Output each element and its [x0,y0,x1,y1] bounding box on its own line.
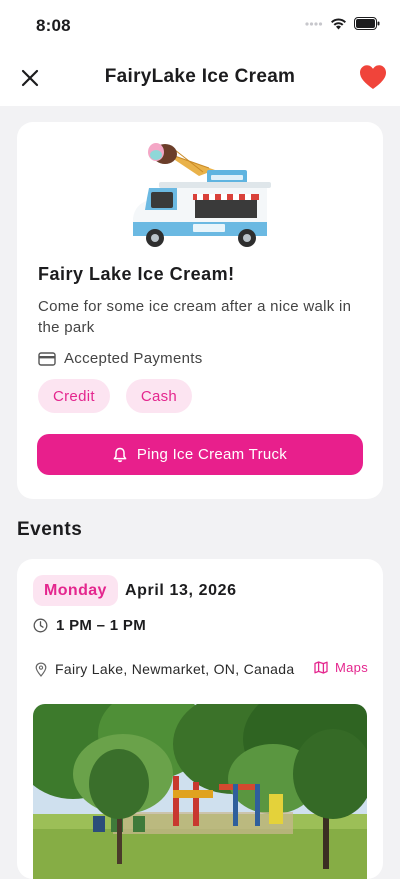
credit-card-icon [38,351,56,366]
event-location: Fairy Lake, Newmarket, ON, Canada [55,661,295,677]
page-title: FairyLake Ice Cream [104,66,296,87]
payment-chip-cash: Cash [125,379,193,413]
event-time-row: 1 PM – 1 PM [33,617,146,634]
cellular-signal-icon [305,21,323,26]
truck-card: Fairy Lake Ice Cream! Come for some ice … [17,122,383,499]
heart-icon[interactable] [359,64,387,90]
payment-chip-credit: Credit [38,379,110,413]
park-photo [33,704,367,879]
bell-icon [113,447,127,462]
event-time: 1 PM – 1 PM [56,617,146,634]
payment-methods: Credit Cash [38,379,193,413]
accepted-payments-label: Accepted Payments [64,350,203,367]
event-date: April 13, 2026 [125,582,237,599]
battery-icon [354,17,380,30]
truck-description: Come for some ice cream after a nice wal… [38,298,352,336]
truck-title: Fairy Lake Ice Cream! [38,264,235,284]
ice-cream-truck-illustration [133,143,271,247]
nav-bar: FairyLake Ice Cream [0,50,400,106]
maps-label: Maps [335,660,368,675]
clock-icon [33,618,48,633]
status-icons [305,17,380,30]
map-icon [314,661,328,674]
status-time: 8:08 [36,16,71,35]
accepted-payments-row: Accepted Payments [38,350,203,367]
maps-link[interactable]: Maps [314,660,368,675]
events-heading: Events [17,519,83,540]
event-card[interactable]: Monday April 13, 2026 1 PM – 1 PM Fairy … [17,559,383,879]
ping-truck-label: Ping Ice Cream Truck [136,446,288,463]
event-day-badge: Monday [33,575,118,606]
status-bar: 8:08 [0,0,400,50]
ping-truck-button[interactable]: Ping Ice Cream Truck [37,434,363,475]
wifi-icon [331,18,346,30]
location-pin-icon [35,661,47,677]
